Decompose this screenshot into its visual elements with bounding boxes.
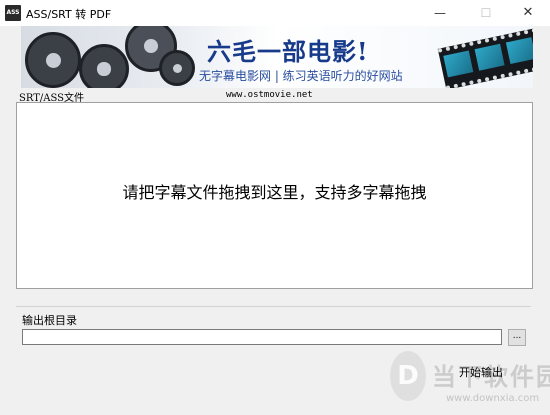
watermark-logo-icon: D bbox=[390, 351, 426, 401]
film-frame bbox=[474, 43, 505, 71]
minimize-button[interactable]: — bbox=[418, 0, 462, 26]
film-frame bbox=[505, 37, 533, 65]
banner-title: 六毛一部电影! bbox=[207, 37, 369, 66]
start-output-button[interactable]: 开始输出 bbox=[455, 363, 507, 383]
app-icon: ASS bbox=[5, 5, 21, 21]
drop-hint: 请把字幕文件拖拽到这里，支持多字幕拖拽 bbox=[122, 183, 427, 202]
close-button[interactable]: ✕ bbox=[506, 0, 550, 26]
title-bar: ASS ASS/SRT 转 PDF — ☐ ✕ bbox=[0, 0, 550, 26]
window-title: ASS/SRT 转 PDF bbox=[26, 8, 112, 21]
banner-image: 六毛一部电影! 无字幕电影网 | 练习英语听力的好网站 bbox=[21, 26, 533, 88]
file-drop-area[interactable]: 请把字幕文件拖拽到这里，支持多字幕拖拽 bbox=[16, 102, 533, 289]
output-group-divider bbox=[16, 306, 531, 307]
film-frame bbox=[443, 50, 474, 78]
site-url: www.ostmovie.net bbox=[226, 90, 313, 100]
watermark-url: www.downxia.com bbox=[446, 393, 540, 404]
film-reel-icon bbox=[79, 44, 129, 88]
film-strip-icon bbox=[437, 28, 533, 88]
output-dir-label: 输出根目录 bbox=[22, 314, 77, 327]
film-reel-icon bbox=[159, 50, 195, 86]
film-reel-icon bbox=[25, 32, 81, 88]
banner-subtitle: 无字幕电影网 | 练习英语听力的好网站 bbox=[199, 69, 403, 83]
maximize-button[interactable]: ☐ bbox=[464, 0, 508, 26]
